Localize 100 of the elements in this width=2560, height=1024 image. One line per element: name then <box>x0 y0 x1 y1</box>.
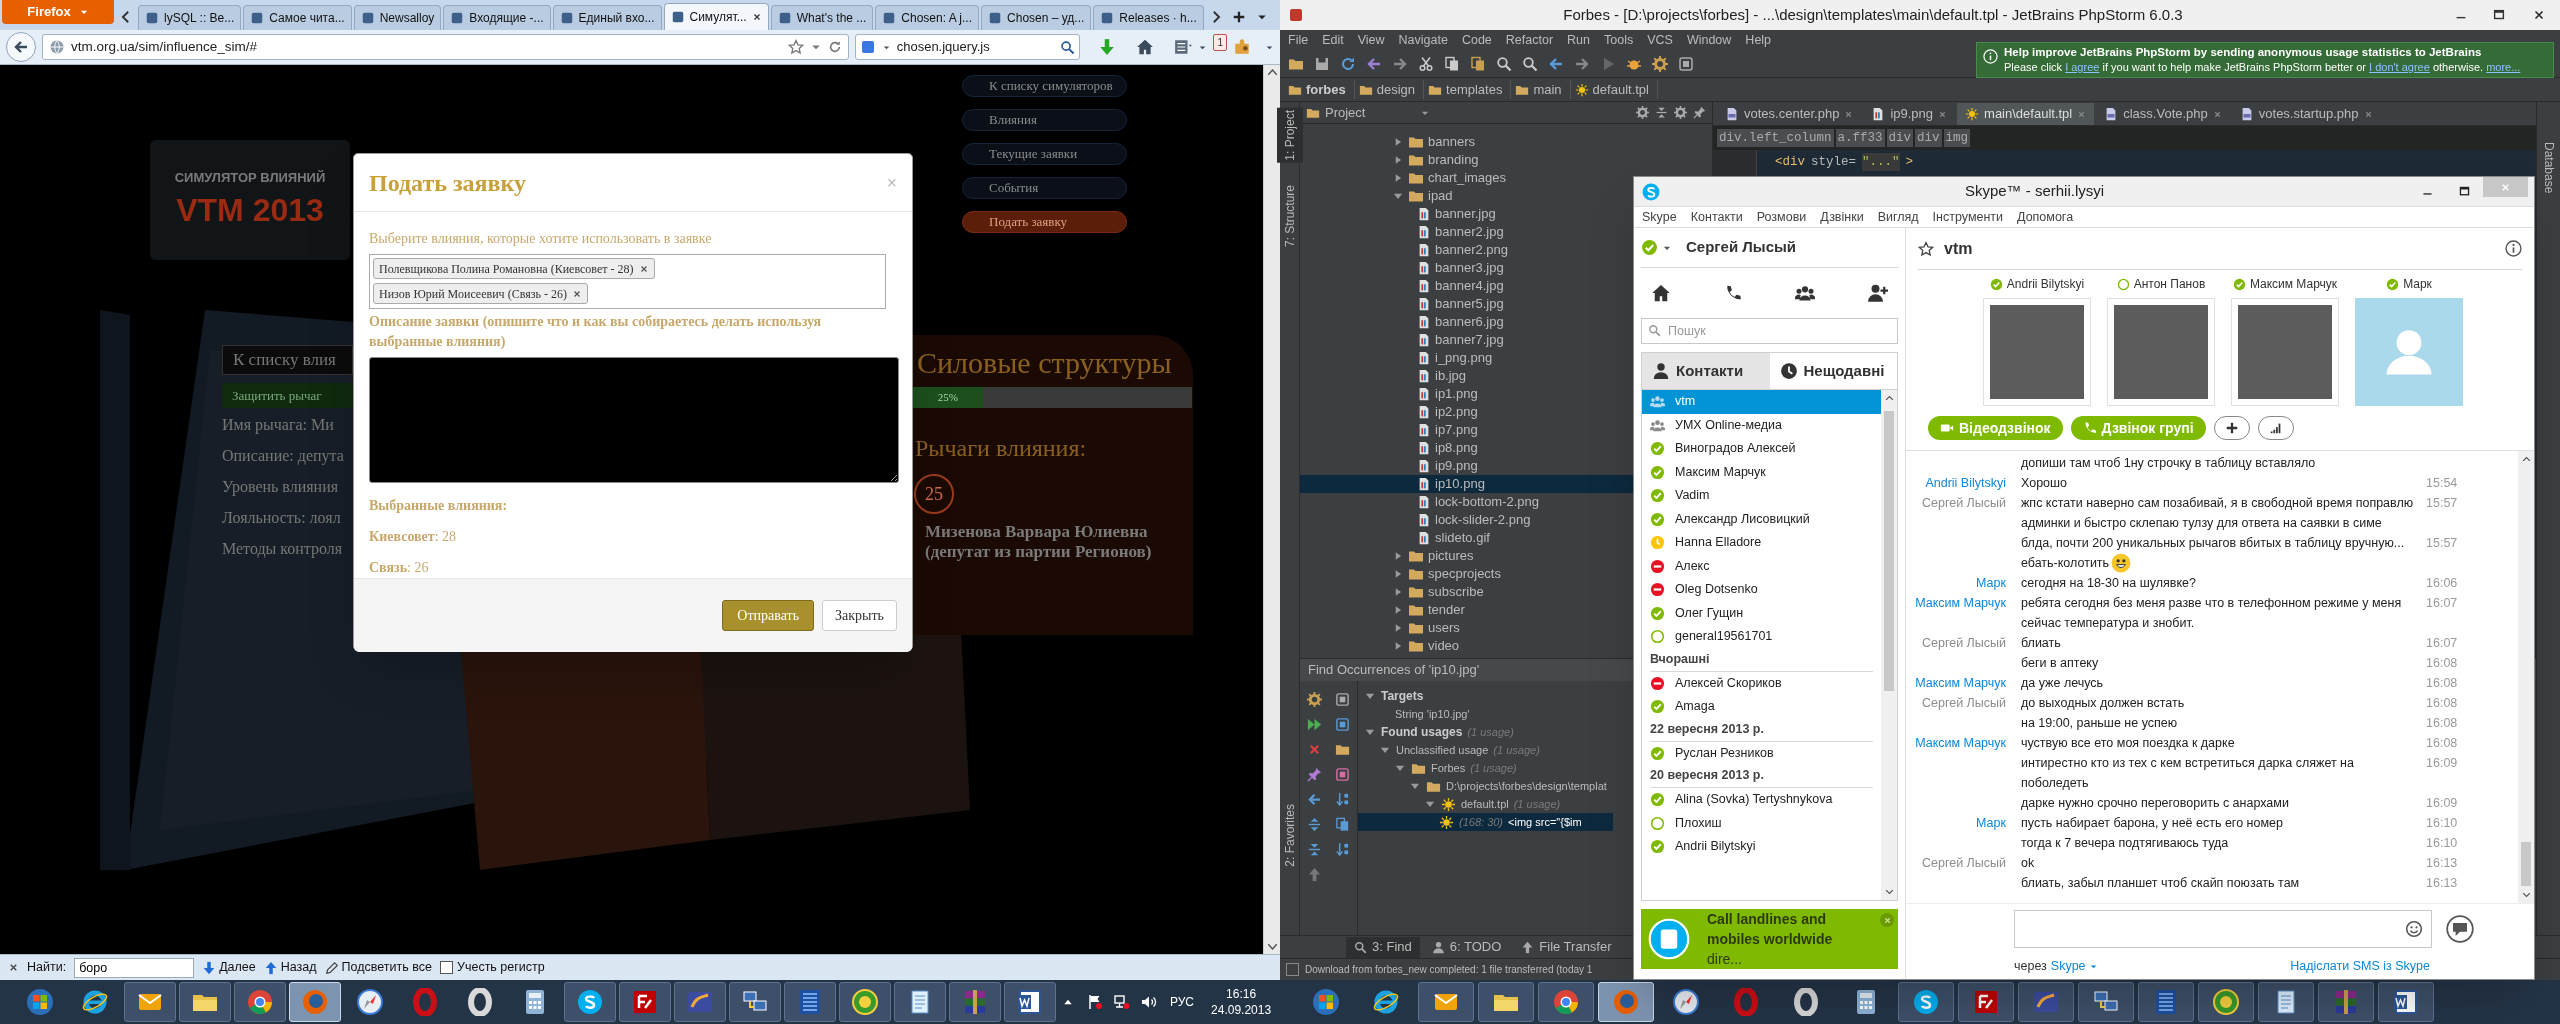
tree-item[interactable]: banner5.jpg <box>1300 295 1633 313</box>
contact-item[interactable]: Александр Лисовицкий <box>1642 507 1881 531</box>
link[interactable]: Надіслати SMS із Skype <box>2290 956 2430 976</box>
tree-item[interactable]: branding <box>1300 151 1633 169</box>
contact-item[interactable]: Плохиш <box>1642 811 1881 835</box>
tree-item[interactable]: ip7.png <box>1300 421 1633 439</box>
tag-path-item[interactable]: div <box>1915 128 1942 148</box>
tree-item[interactable]: ip9.png <box>1300 457 1633 475</box>
multi-select-field[interactable]: Полевщикова Полина Романовна (Киевсовет - 28) Низов Юрий Моисеевич (Связь - 26) <box>369 254 886 309</box>
contact-item[interactable]: Максим Марчук <box>1642 460 1881 484</box>
text-field[interactable]: К списку влия <box>222 345 353 375</box>
contact-item[interactable]: Hanna Elladore <box>1642 531 1881 555</box>
menu-item[interactable]: Navigate <box>1398 30 1448 50</box>
tree-item[interactable]: pictures <box>1300 547 1633 565</box>
contact-item[interactable]: Amaga <box>1642 695 1881 719</box>
tree-item[interactable]: banner2.png <box>1300 241 1633 259</box>
browser-tab[interactable]: lySQL :: Be... <box>138 5 242 30</box>
breadcrumb-item[interactable]: design <box>1358 79 1425 100</box>
contact-item[interactable]: vtm <box>1642 390 1881 414</box>
sender-name[interactable]: Сергей Лысый <box>1921 636 2006 650</box>
tag-path-item[interactable]: div <box>1886 128 1914 148</box>
nav-link[interactable]: События <box>962 177 1127 199</box>
link[interactable]: I agree <box>2065 61 2100 73</box>
participant-name[interactable]: Максим Марчук <box>2232 276 2338 292</box>
breadcrumb-item[interactable]: templates <box>1428 79 1512 100</box>
tool-tab[interactable]: File Transfer <box>1513 936 1620 958</box>
browser-tab[interactable]: Единый вхо... <box>552 5 662 30</box>
browser-tab[interactable]: Входящие -... <box>443 5 551 30</box>
language-indicator[interactable]: РУС <box>1170 993 1195 1011</box>
tree-item[interactable]: banner6.jpg <box>1300 313 1633 331</box>
tree-item[interactable]: tender <box>1300 601 1633 619</box>
tree-item[interactable]: specprojects <box>1300 565 1633 583</box>
breadcrumb-item[interactable]: main <box>1515 79 1571 100</box>
sender-name[interactable]: Сергей Лысый <box>1921 856 2006 870</box>
nav-link[interactable]: Влияния <box>962 109 1127 131</box>
tree-item[interactable]: video <box>1300 637 1633 655</box>
close-button[interactable]: Закрыть <box>822 600 897 631</box>
menu-item[interactable]: VCS <box>1647 30 1673 50</box>
tree-item[interactable]: ip2.png <box>1300 403 1633 421</box>
menu-item[interactable]: Help <box>1745 30 1772 50</box>
submit-button[interactable]: Отправать <box>722 600 815 631</box>
search-field[interactable]: Пошук <box>1641 318 1898 344</box>
contact-item[interactable]: Oleg Dotsenko <box>1642 578 1881 602</box>
tree-item[interactable]: (168: 30) <img src="{$im <box>1358 813 1613 831</box>
sender-name[interactable]: Марк <box>1976 576 2006 590</box>
tree-item[interactable]: banner.jpg <box>1300 205 1633 223</box>
browser-tab[interactable]: What's the ... <box>770 5 874 30</box>
sender-name[interactable]: Марк <box>1976 816 2006 830</box>
contact-item[interactable]: Алекс <box>1642 554 1881 578</box>
project-view-dropdown[interactable]: Project <box>1306 102 1431 123</box>
menu-item[interactable]: Інструменти <box>1932 207 2004 227</box>
tree-item[interactable]: i_png.png <box>1300 349 1633 367</box>
tree-item[interactable]: chart_images <box>1300 169 1633 187</box>
link[interactable]: Skype <box>2050 956 2098 976</box>
browser-tab[interactable]: Симулят... <box>663 3 769 30</box>
browser-tab[interactable]: Chosen – уд... <box>981 5 1092 30</box>
menu-item[interactable]: Допомога <box>2017 207 2074 227</box>
menu-item[interactable]: Refactor <box>1505 30 1554 50</box>
sender-name[interactable]: Andrii Bilytskyi <box>1925 476 2006 490</box>
menu-button[interactable]: Firefox <box>2 0 114 24</box>
tree-item[interactable]: banner3.jpg <box>1300 259 1633 277</box>
editor-tab[interactable]: main\default.tpl <box>1957 103 2095 125</box>
tree-item[interactable]: slideto.gif <box>1300 529 1633 547</box>
tree-item[interactable]: Forbes (1 usage) <box>1358 759 1613 777</box>
clock[interactable]: 16:16 24.09.2013 <box>1211 986 1272 1018</box>
breadcrumb-item[interactable]: forbes <box>1288 79 1355 100</box>
selected-chip[interactable]: Низов Юрий Моисеевич (Связь - 26) <box>373 283 588 304</box>
tree-item[interactable]: users <box>1300 619 1633 637</box>
tree-item[interactable]: default.tpl (1 usage) <box>1358 795 1613 813</box>
side-tab[interactable]: Database <box>2539 142 2558 194</box>
side-tab[interactable]: 2: Favorites <box>1276 802 1303 869</box>
nav-link[interactable]: Текущие заявки <box>962 143 1127 165</box>
sender-name[interactable]: Максим Марчук <box>1915 736 2006 750</box>
next-button[interactable]: Далее <box>202 958 256 977</box>
tree-item[interactable]: ip10.png <box>1300 475 1633 493</box>
tree-item[interactable]: lock-slider-2.png <box>1300 511 1633 529</box>
tree-item[interactable]: banner7.jpg <box>1300 331 1633 349</box>
find-field[interactable]: боро <box>74 957 195 978</box>
sender-name[interactable]: Максим Марчук <box>1915 596 2006 610</box>
tree-item[interactable]: banner2.jpg <box>1300 223 1633 241</box>
menu-item[interactable]: Вигляд <box>1877 207 1919 227</box>
menu-item[interactable]: Skype <box>1642 207 1677 227</box>
tag-path-item[interactable]: a.ff33 <box>1835 128 1885 148</box>
browser-tab[interactable]: Newsalloy <box>353 5 442 30</box>
nav-link[interactable]: Подать заявку <box>962 211 1127 233</box>
link[interactable]: I don't agree <box>2369 61 2430 73</box>
tree-item[interactable]: ipad <box>1300 187 1633 205</box>
tag-path-item[interactable]: div.left_column <box>1717 128 1834 148</box>
contact-item[interactable]: Руслан Резников <box>1642 741 1881 765</box>
tree-item[interactable]: subscribe <box>1300 583 1633 601</box>
tree-item[interactable]: banners <box>1300 133 1633 151</box>
tab[interactable]: Контакти <box>1642 353 1770 389</box>
menu-item[interactable]: Tools <box>1604 30 1634 50</box>
previous-button[interactable]: Назад <box>263 958 317 977</box>
contact-item[interactable]: Andrii Bilytskyi <box>1642 835 1881 859</box>
tool-tab[interactable]: 6: TODO <box>1423 936 1510 958</box>
menu-item[interactable]: View <box>1357 30 1385 50</box>
tree-item[interactable]: Targets <box>1358 687 1613 705</box>
search-field[interactable]: chosen.jquery.js <box>854 34 1081 60</box>
sender-name[interactable]: Сергей Лысый <box>1921 496 2006 510</box>
